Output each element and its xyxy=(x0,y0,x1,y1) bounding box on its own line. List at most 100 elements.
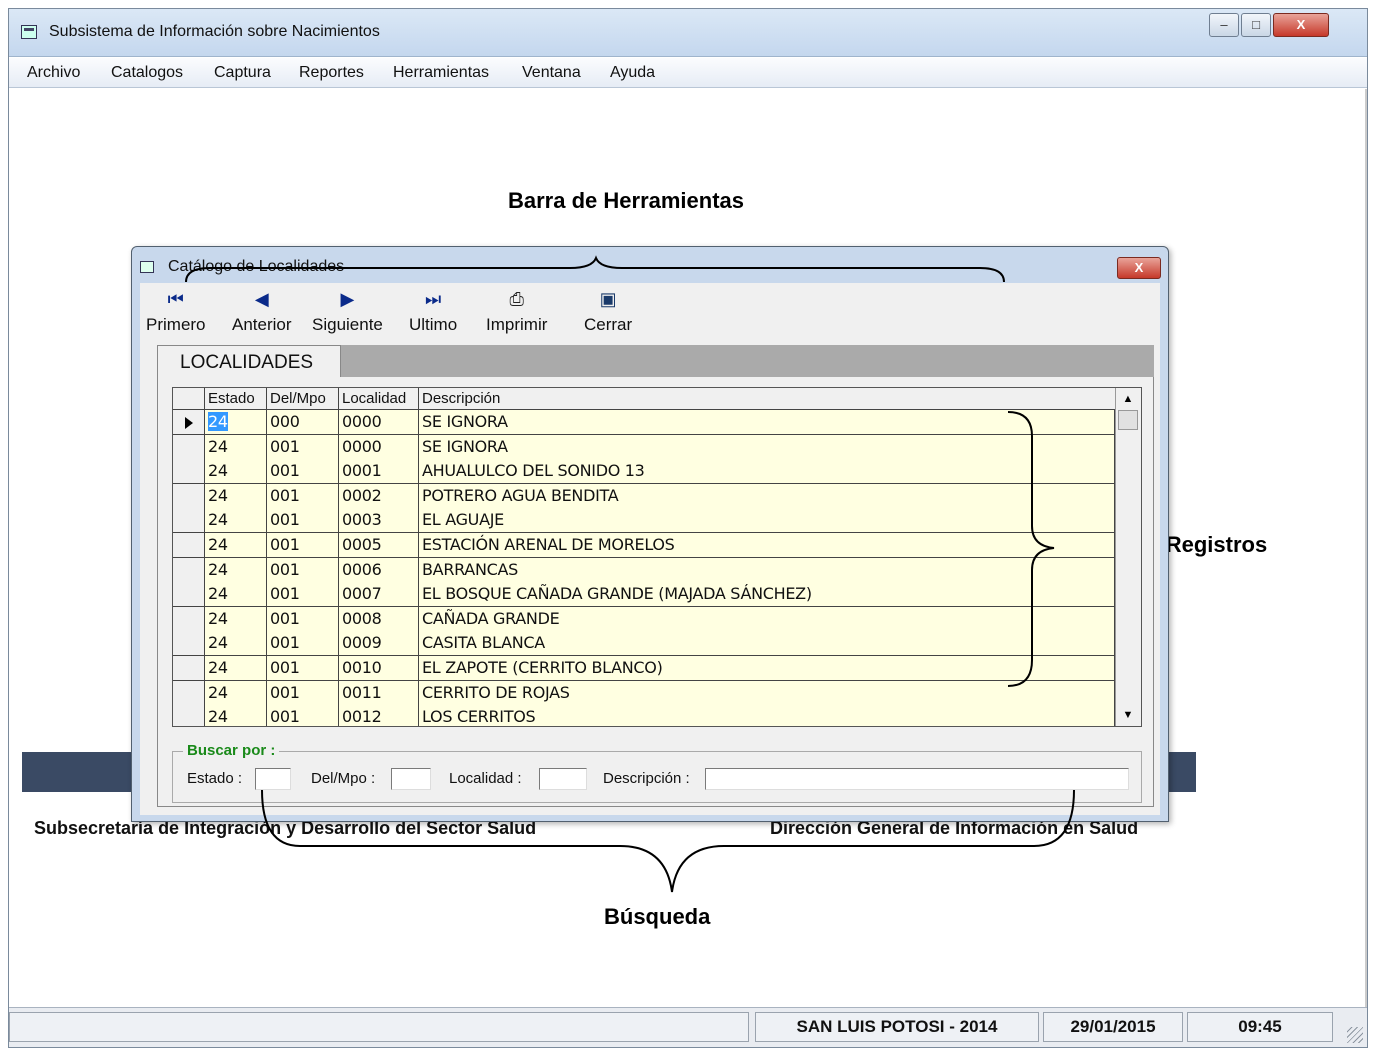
cell-delmpo[interactable]: 001 xyxy=(267,680,339,706)
cell-estado[interactable]: 24 xyxy=(205,606,267,632)
table-row[interactable]: 24 001 0003 EL AGUAJE xyxy=(173,508,1115,534)
cell-delmpo[interactable]: 000 xyxy=(267,410,339,435)
cell-delmpo[interactable]: 001 xyxy=(267,631,339,657)
cell-delmpo[interactable]: 001 xyxy=(267,557,339,583)
cell-delmpo[interactable]: 001 xyxy=(267,508,339,534)
row-selector[interactable] xyxy=(173,631,205,657)
close-button[interactable]: X xyxy=(1273,13,1329,37)
table-row[interactable]: 24 001 0001 AHUALULCO DEL SONIDO 13 xyxy=(173,459,1115,485)
localidad-input[interactable] xyxy=(539,768,587,790)
table-row[interactable]: 24 001 0008 CAÑADA GRANDE xyxy=(173,606,1115,632)
cell-localidad[interactable]: 0005 xyxy=(339,533,419,558)
cell-delmpo[interactable]: 001 xyxy=(267,606,339,632)
cell-descripcion[interactable]: AHUALULCO DEL SONIDO 13 xyxy=(419,459,1115,485)
table-row[interactable]: 24 001 0005 ESTACIÓN ARENAL DE MORELOS xyxy=(173,533,1115,558)
row-selector[interactable] xyxy=(173,434,205,460)
menu-archivo[interactable]: Archivo xyxy=(27,64,80,82)
tab-localidades[interactable]: LOCALIDADES xyxy=(157,345,341,379)
row-selector[interactable] xyxy=(173,410,205,435)
scroll-thumb[interactable] xyxy=(1118,410,1138,430)
cell-localidad[interactable]: 0011 xyxy=(339,680,419,706)
cell-descripcion[interactable]: POTRERO AGUA BENDITA xyxy=(419,483,1115,509)
row-selector[interactable] xyxy=(173,483,205,509)
cell-descripcion[interactable]: CAÑADA GRANDE xyxy=(419,606,1115,632)
resize-grip-icon[interactable] xyxy=(1347,1027,1363,1043)
row-selector[interactable] xyxy=(173,606,205,632)
cell-descripcion[interactable]: SE IGNORA xyxy=(419,410,1115,435)
cell-estado[interactable]: 24 xyxy=(205,459,267,485)
row-selector[interactable] xyxy=(173,533,205,558)
row-selector[interactable] xyxy=(173,680,205,706)
menu-catalogos[interactable]: Catalogos xyxy=(111,64,183,82)
table-row[interactable]: 24 001 0011 CERRITO DE ROJAS xyxy=(173,680,1115,706)
header-descripcion[interactable]: Descripción xyxy=(419,388,1115,410)
row-selector[interactable] xyxy=(173,582,205,608)
cell-localidad[interactable]: 0000 xyxy=(339,410,419,435)
cell-delmpo[interactable]: 001 xyxy=(267,582,339,608)
primero-button[interactable]: ⏮ Primero xyxy=(146,287,206,335)
siguiente-button[interactable]: ▶ Siguiente xyxy=(312,287,383,335)
estado-input[interactable] xyxy=(255,768,291,790)
table-row[interactable]: 24 001 0012 LOS CERRITOS xyxy=(173,705,1115,726)
descripcion-input[interactable] xyxy=(705,768,1129,790)
scroll-down-icon[interactable]: ▼ xyxy=(1118,706,1138,724)
cell-delmpo[interactable]: 001 xyxy=(267,434,339,460)
menu-captura[interactable]: Captura xyxy=(214,64,271,82)
cell-estado[interactable]: 24 xyxy=(205,582,267,608)
cell-localidad[interactable]: 0012 xyxy=(339,705,419,726)
cell-localidad[interactable]: 0009 xyxy=(339,631,419,657)
menu-reportes[interactable]: Reportes xyxy=(299,64,364,82)
cell-localidad[interactable]: 0007 xyxy=(339,582,419,608)
cell-descripcion[interactable]: EL ZAPOTE (CERRITO BLANCO) xyxy=(419,656,1115,681)
table-row[interactable]: 24 000 0000 SE IGNORA xyxy=(173,410,1115,435)
row-selector[interactable] xyxy=(173,705,205,726)
cell-localidad[interactable]: 0000 xyxy=(339,434,419,460)
cell-delmpo[interactable]: 001 xyxy=(267,533,339,558)
row-selector[interactable] xyxy=(173,557,205,583)
menu-ayuda[interactable]: Ayuda xyxy=(610,64,655,82)
maximize-button[interactable]: □ xyxy=(1241,13,1271,37)
table-row[interactable]: 24 001 0010 EL ZAPOTE (CERRITO BLANCO) xyxy=(173,656,1115,681)
cell-estado[interactable]: 24 xyxy=(205,533,267,558)
cell-localidad[interactable]: 0006 xyxy=(339,557,419,583)
cell-descripcion[interactable]: LOS CERRITOS xyxy=(419,705,1115,726)
cell-estado[interactable]: 24 xyxy=(205,410,267,435)
cell-delmpo[interactable]: 001 xyxy=(267,705,339,726)
table-row[interactable]: 24 001 0000 SE IGNORA xyxy=(173,434,1115,460)
cerrar-button[interactable]: ▣ Cerrar xyxy=(584,287,632,335)
cell-estado[interactable]: 24 xyxy=(205,434,267,460)
cell-estado[interactable]: 24 xyxy=(205,705,267,726)
cell-delmpo[interactable]: 001 xyxy=(267,459,339,485)
cell-descripcion[interactable]: ESTACIÓN ARENAL DE MORELOS xyxy=(419,533,1115,558)
cell-localidad[interactable]: 0001 xyxy=(339,459,419,485)
header-delmpo[interactable]: Del/Mpo xyxy=(267,388,339,410)
cell-estado[interactable]: 24 xyxy=(205,631,267,657)
table-row[interactable]: 24 001 0007 EL BOSQUE CAÑADA GRANDE (MAJADA… xyxy=(173,582,1115,608)
row-selector[interactable] xyxy=(173,656,205,681)
cell-estado[interactable]: 24 xyxy=(205,483,267,509)
grid-scrollbar[interactable]: ▲ ▼ xyxy=(1115,388,1141,726)
records-grid[interactable]: Estado Del/Mpo Localidad Descripción 24 0… xyxy=(172,387,1142,727)
cell-descripcion[interactable]: BARRANCAS xyxy=(419,557,1115,583)
header-estado[interactable]: Estado xyxy=(205,388,267,410)
delmpo-input[interactable] xyxy=(391,768,431,790)
menu-herramientas[interactable]: Herramientas xyxy=(393,64,489,82)
anterior-button[interactable]: ◀ Anterior xyxy=(232,287,292,335)
dialog-close-button[interactable]: X xyxy=(1117,257,1161,279)
minimize-button[interactable]: – xyxy=(1209,13,1239,37)
table-row[interactable]: 24 001 0006 BARRANCAS xyxy=(173,557,1115,583)
cell-estado[interactable]: 24 xyxy=(205,557,267,583)
ultimo-button[interactable]: ⏭ Ultimo xyxy=(409,287,457,335)
cell-delmpo[interactable]: 001 xyxy=(267,483,339,509)
cell-estado[interactable]: 24 xyxy=(205,680,267,706)
cell-localidad[interactable]: 0010 xyxy=(339,656,419,681)
menu-ventana[interactable]: Ventana xyxy=(522,64,581,82)
cell-estado[interactable]: 24 xyxy=(205,508,267,534)
imprimir-button[interactable]: ⎙ Imprimir xyxy=(486,287,547,335)
cell-delmpo[interactable]: 001 xyxy=(267,656,339,681)
row-selector[interactable] xyxy=(173,508,205,534)
cell-descripcion[interactable]: CERRITO DE ROJAS xyxy=(419,680,1115,706)
cell-descripcion[interactable]: EL BOSQUE CAÑADA GRANDE (MAJADA SÁNCHEZ) xyxy=(419,582,1115,608)
table-row[interactable]: 24 001 0002 POTRERO AGUA BENDITA xyxy=(173,483,1115,509)
cell-estado[interactable]: 24 xyxy=(205,656,267,681)
